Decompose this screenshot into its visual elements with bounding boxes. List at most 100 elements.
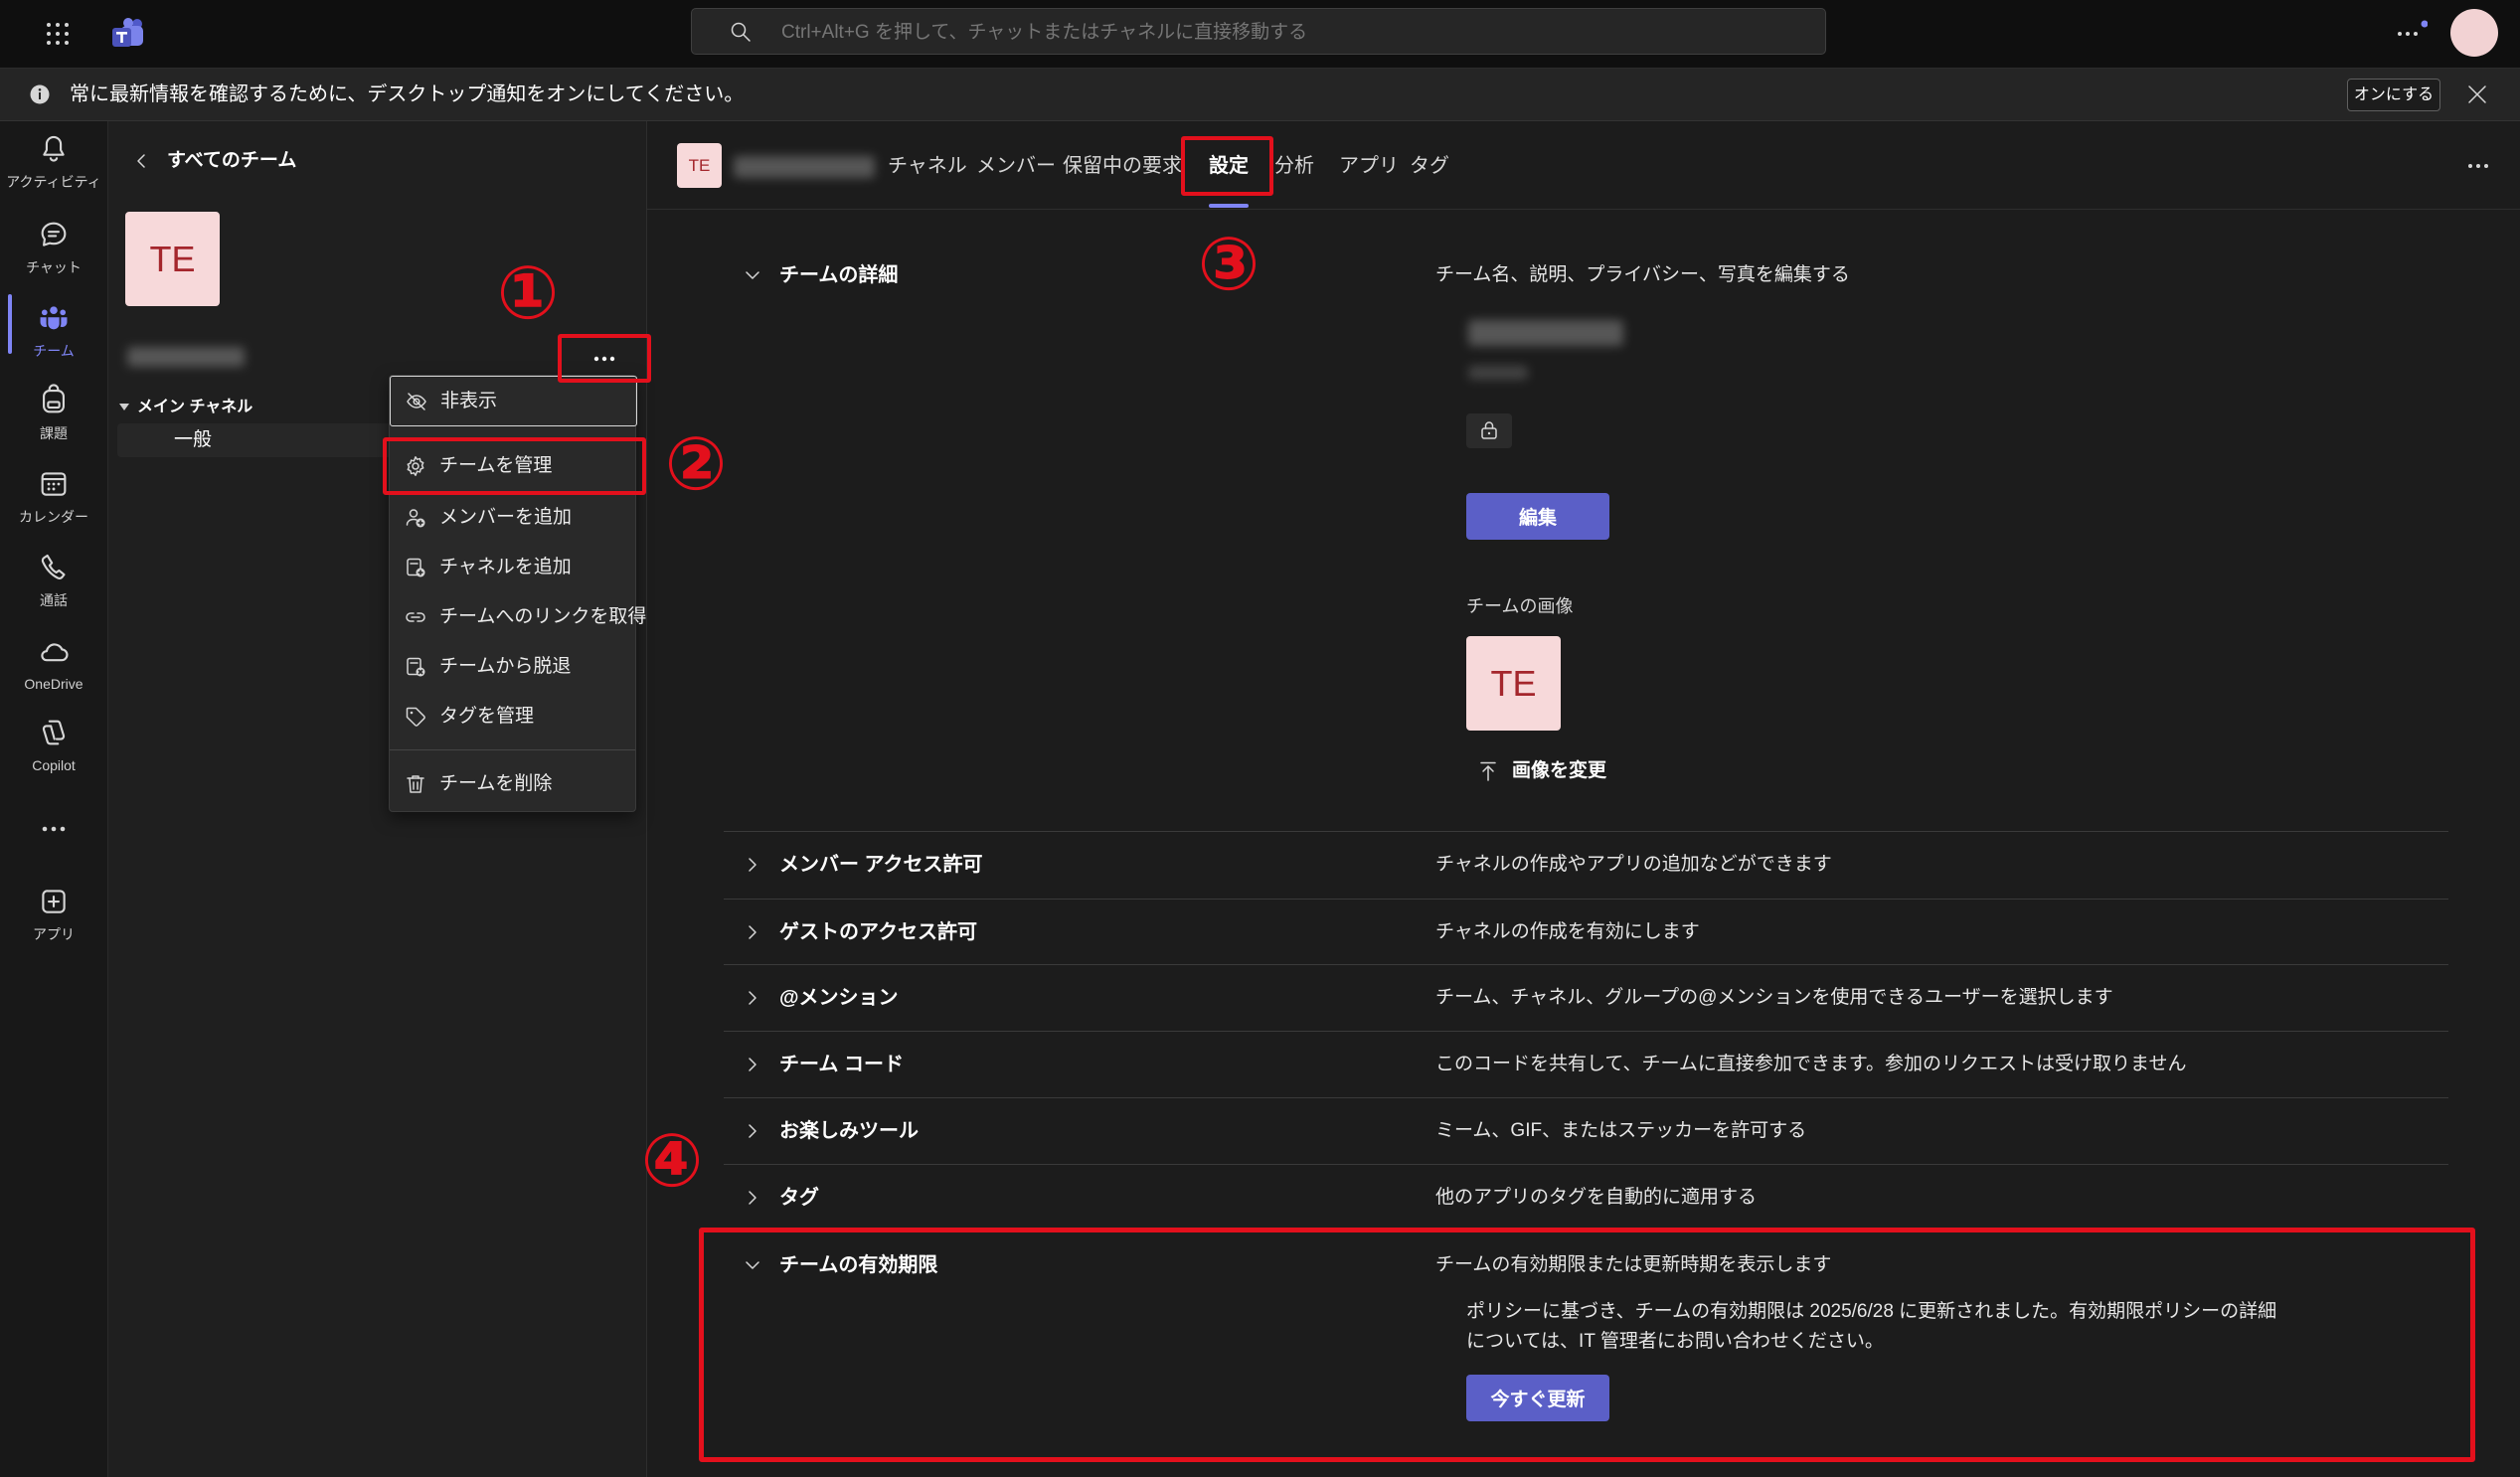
cloud-icon [41,643,69,662]
leave-icon [404,655,427,679]
upload-icon [1476,759,1500,783]
assignments-icon [43,384,65,413]
menu-item-manage-tags[interactable]: タグを管理 [390,694,637,739]
chevron-right-icon [745,1057,760,1072]
enable-notifications-button[interactable]: オンにする [2347,79,2440,111]
more-icon[interactable] [37,818,71,840]
active-tab-indicator [1209,204,1249,208]
tag-icon [404,705,427,729]
tab-tags[interactable]: タグ [1410,151,1449,181]
settings-row-fun-stuff[interactable]: お楽しみツール ミーム、GIF、またはステッカーを許可する [724,1097,2448,1165]
menu-item-label: チームを削除 [439,773,553,794]
section-description: チーム名、説明、プライバシー、写真を編集する [1435,264,1850,285]
menu-item-label: タグを管理 [439,706,535,727]
chevron-right-icon [745,1123,760,1139]
chevron-right-icon [745,1190,760,1206]
rail-label: チャット [26,259,82,275]
team-details-section[interactable]: チームの詳細 チーム名、説明、プライバシー、写真を編集する [724,256,2448,296]
rail-item-chat[interactable]: チャット [0,218,107,276]
add-channel-icon [404,556,427,579]
menu-item-delete-team[interactable]: チームを削除 [390,761,637,807]
rail-item-calls[interactable]: 通話 [0,551,107,609]
notification-text: 常に最新情報を確認するために、デスクトップ通知をオンにしてください。 [70,83,745,105]
row-description: チャネルの作成を有効にします [1435,921,1700,942]
rail-item-copilot[interactable]: Copilot [0,716,107,774]
chevron-down-icon [745,267,760,283]
waffle-icon[interactable] [44,20,72,48]
menu-item-hide[interactable]: 非表示 [390,376,637,426]
notification-bar: 常に最新情報を確認するために、デスクトップ通知をオンにしてください。 オンにする [0,69,2520,121]
link-icon [404,605,427,629]
change-image-button[interactable]: 画像を変更 [1474,755,1673,787]
settings-row-mentions[interactable]: @メンション チーム、チャネル、グループの@メンションを使用できるユーザーを選択… [724,964,2448,1032]
chevron-left-icon [133,152,151,170]
rail-label: Copilot [32,757,76,773]
team-image: TE [1466,636,1561,731]
rail-item-calendar[interactable]: カレンダー [0,467,107,526]
tab-members[interactable]: メンバー [976,151,1056,181]
redacted-team-name [127,347,245,367]
close-icon[interactable] [2466,83,2488,105]
phone-icon [41,554,66,579]
add-apps-icon [42,890,66,913]
trash-icon [404,772,427,796]
rail-label: 通話 [40,592,68,608]
tab-pending-requests[interactable]: 保留中の要求 [1063,151,1182,181]
back-to-all-teams[interactable]: すべてのチーム [129,145,427,177]
annotation-highlight-box [558,334,651,383]
rail-label: OneDrive [24,676,84,692]
rail-label: 課題 [40,425,68,441]
teams-icon [40,306,68,330]
tab-channels[interactable]: チャネル [888,151,967,181]
caret-down-icon [119,404,129,411]
edit-team-button[interactable]: 編集 [1466,493,1609,540]
settings-row-member-permissions[interactable]: メンバー アクセス許可 チャネルの作成やアプリの追加などができます [724,831,2448,900]
channel-label: 一般 [174,429,213,450]
menu-item-leave-team[interactable]: チームから脱退 [390,644,637,690]
rail-item-assignments[interactable]: 課題 [0,384,107,442]
annotation-marker-4: ④ [640,1118,704,1204]
menu-item-label: メンバーを追加 [439,507,573,528]
row-description: ミーム、GIF、またはステッカーを許可する [1435,1120,1807,1141]
search-input[interactable] [779,17,1777,48]
search-icon [730,21,752,43]
privacy-badge [1466,413,1512,448]
tab-apps[interactable]: アプリ [1339,151,1399,181]
rail-label: カレンダー [19,509,88,525]
info-icon [28,82,52,106]
menu-item-label: 非表示 [440,391,498,411]
teams-logo [109,16,145,52]
lock-icon [1478,419,1500,441]
avatar[interactable] [2450,9,2498,57]
more-icon[interactable] [2394,20,2428,48]
row-title: メンバー アクセス許可 [779,854,983,876]
settings-row-team-code[interactable]: チーム コード このコードを共有して、チームに直接参加できます。参加のリクエスト… [724,1031,2448,1098]
menu-item-add-member[interactable]: メンバーを追加 [390,495,637,541]
tab-analytics[interactable]: 分析 [1274,151,1314,181]
rail-label: アプリ [33,926,75,942]
menu-item-add-channel[interactable]: チャネルを追加 [390,545,637,590]
title-bar [0,0,2520,69]
redacted-team-name [1468,320,1623,346]
channel-group-toggle[interactable]: メイン チャネル [117,394,376,421]
annotation-highlight-box [699,1228,2475,1462]
rail-item-teams[interactable]: チーム [0,301,107,360]
more-icon[interactable] [2461,155,2495,177]
settings-row-guest-permissions[interactable]: ゲストのアクセス許可 チャネルの作成を有効にします [724,899,2448,965]
row-description: チャネルの作成やアプリの追加などができます [1435,854,1832,875]
rail-item-apps[interactable]: アプリ [0,885,107,943]
chevron-right-icon [745,857,760,873]
menu-item-get-link[interactable]: チームへのリンクを取得 [390,594,646,640]
rail-item-activity[interactable]: アクティビティ [0,132,107,191]
header-team-avatar: TE [677,143,722,188]
search-box[interactable] [691,8,1826,55]
row-title: タグ [779,1187,819,1209]
settings-row-tags[interactable]: タグ 他のアプリのタグを自動的に適用する [724,1164,2448,1232]
menu-item-label: チームから脱退 [439,656,572,677]
copilot-icon [42,720,66,745]
team-avatar: TE [125,212,220,306]
calendar-icon [41,472,67,496]
rail-item-onedrive[interactable]: OneDrive [0,634,107,693]
hide-icon [405,390,428,413]
annotation-marker-3: ③ [1197,222,1260,307]
